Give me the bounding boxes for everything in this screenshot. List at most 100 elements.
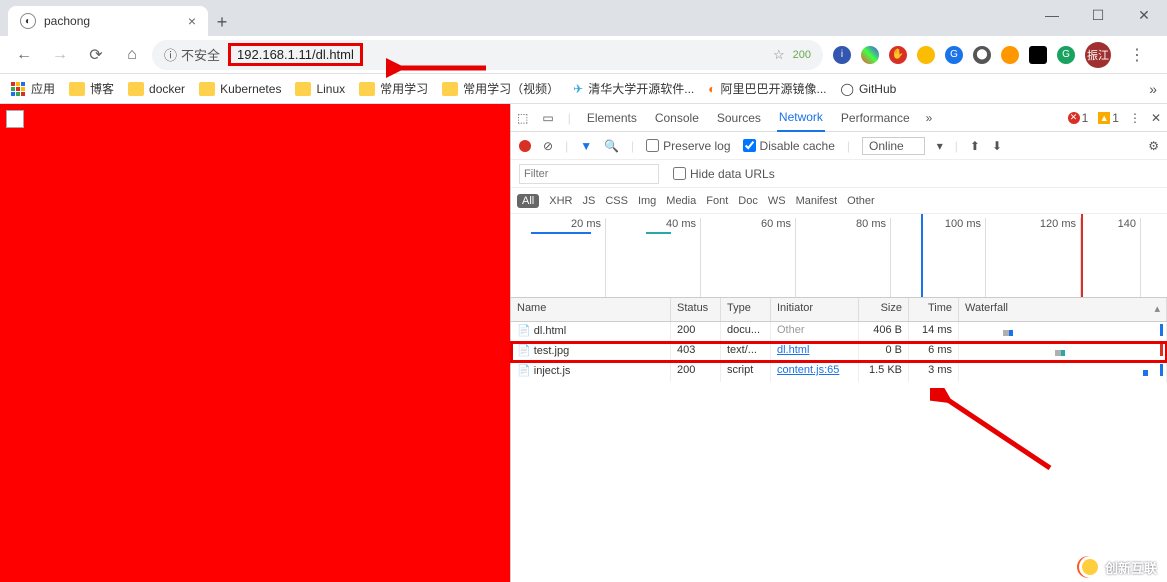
menu-kebab-icon[interactable]: ⋮ xyxy=(1121,39,1153,71)
preserve-log-checkbox[interactable]: Preserve log xyxy=(646,139,730,153)
type-filters: All XHR JS CSS Img Media Font Doc WS Man… xyxy=(511,188,1167,214)
back-button[interactable]: ← xyxy=(8,39,40,71)
filter-xhr[interactable]: XHR xyxy=(549,195,572,207)
download-har-icon[interactable]: ⬇ xyxy=(992,139,1002,153)
broken-image-icon xyxy=(6,110,24,128)
settings-gear-icon[interactable]: ⚙ xyxy=(1148,139,1159,153)
filter-ws[interactable]: WS xyxy=(768,195,786,207)
bookmark-folder[interactable]: Kubernetes xyxy=(199,82,281,96)
ext-dark-icon[interactable]: ⬤ xyxy=(973,46,991,64)
col-time[interactable]: Time xyxy=(909,298,959,321)
tab-sources[interactable]: Sources xyxy=(715,105,763,131)
window-controls: — ☐ ✕ xyxy=(1029,0,1167,30)
filter-other[interactable]: Other xyxy=(847,195,875,207)
tab-elements[interactable]: Elements xyxy=(585,105,639,131)
tsinghua-icon: ✈ xyxy=(573,82,583,96)
globe-icon: ◐ xyxy=(20,13,36,29)
info-icon: ⓘ xyxy=(164,45,177,64)
more-tabs-icon[interactable]: » xyxy=(926,111,933,125)
filter-img[interactable]: Img xyxy=(638,195,656,207)
devtools-panel: ⬚ ▭ | Elements Console Sources Network P… xyxy=(510,104,1167,582)
insecure-indicator[interactable]: ⓘ 不安全 xyxy=(164,45,220,64)
filter-toggle-icon[interactable]: ▼ xyxy=(580,139,592,153)
ext-square-icon[interactable] xyxy=(1029,46,1047,64)
disable-cache-checkbox[interactable]: Disable cache xyxy=(743,139,835,153)
bookmark-label: Linux xyxy=(316,82,345,96)
profile-avatar[interactable]: 振江 xyxy=(1085,42,1111,68)
col-status[interactable]: Status xyxy=(671,298,721,321)
ext-green-icon[interactable]: G xyxy=(1057,46,1075,64)
bookmark-folder[interactable]: Linux xyxy=(295,82,345,96)
table-header: Name Status Type Initiator Size Time Wat… xyxy=(511,298,1167,322)
col-size[interactable]: Size xyxy=(859,298,909,321)
filter-input[interactable] xyxy=(519,164,659,184)
ext-adblock-icon[interactable]: ✋ xyxy=(889,46,907,64)
filter-media[interactable]: Media xyxy=(666,195,696,207)
ext-orange-icon[interactable] xyxy=(1001,46,1019,64)
close-window-button[interactable]: ✕ xyxy=(1121,0,1167,30)
browser-tab[interactable]: ◐ pachong × xyxy=(8,6,208,36)
tab-title: pachong xyxy=(44,14,90,28)
bookmark-alibaba[interactable]: ◐阿里巴巴开源镜像... xyxy=(708,80,826,97)
minimize-button[interactable]: — xyxy=(1029,0,1075,30)
bookmark-tsinghua[interactable]: ✈清华大学开源软件... xyxy=(573,80,694,97)
bookmark-label: Kubernetes xyxy=(220,82,281,96)
timeline-overview[interactable]: 20 ms 40 ms 60 ms 80 ms 100 ms 120 ms 14… xyxy=(511,214,1167,298)
hide-data-urls-checkbox[interactable]: Hide data URLs xyxy=(673,167,775,181)
forward-button[interactable]: → xyxy=(44,39,76,71)
watermark: 创新互联 xyxy=(1079,556,1157,578)
tab-performance[interactable]: Performance xyxy=(839,105,912,131)
tab-network[interactable]: Network xyxy=(777,104,825,132)
ext-rings-icon[interactable] xyxy=(861,46,879,64)
record-button[interactable] xyxy=(519,140,531,152)
error-count[interactable]: ✕1 xyxy=(1068,111,1089,125)
bookmarks-overflow-icon[interactable]: » xyxy=(1149,81,1157,97)
filter-font[interactable]: Font xyxy=(706,195,728,207)
apps-shortcut[interactable]: 应用 xyxy=(10,80,55,97)
device-toggle-icon[interactable]: ▭ xyxy=(542,111,553,125)
tab-console[interactable]: Console xyxy=(653,105,701,131)
filter-css[interactable]: CSS xyxy=(605,195,628,207)
throttle-chevron-icon[interactable]: ▾ xyxy=(937,139,943,153)
bookmark-folder[interactable]: 博客 xyxy=(69,80,114,97)
devtools-menu-icon[interactable]: ⋮ xyxy=(1129,111,1141,125)
bookmark-folder[interactable]: docker xyxy=(128,82,185,96)
bookmark-star-icon[interactable]: ☆ xyxy=(773,47,785,63)
filter-manifest[interactable]: Manifest xyxy=(796,195,838,207)
filter-js[interactable]: JS xyxy=(582,195,595,207)
inspect-icon[interactable]: ⬚ xyxy=(517,111,528,125)
new-tab-button[interactable]: + xyxy=(208,8,236,36)
address-bar-row: ← → ⟳ ⌂ ⓘ 不安全 192.168.1.11/dl.html ☆ 200… xyxy=(0,36,1167,74)
search-icon[interactable]: 🔍 xyxy=(604,139,619,153)
warning-count[interactable]: ▲1 xyxy=(1098,111,1119,125)
table-row[interactable]: 📄 dl.html200docu...Other406 B14 ms xyxy=(511,322,1167,342)
ext-yellow-icon[interactable] xyxy=(917,46,935,64)
folder-icon xyxy=(199,82,215,96)
devtools-close-icon[interactable]: ✕ xyxy=(1151,111,1161,125)
annotation-arrow-time xyxy=(930,388,1060,478)
filter-all[interactable]: All xyxy=(517,194,539,208)
table-row[interactable]: 📄 inject.js200scriptcontent.js:651.5 KB3… xyxy=(511,362,1167,382)
upload-har-icon[interactable]: ⬆ xyxy=(970,139,980,153)
throttle-select[interactable]: Online xyxy=(862,137,925,155)
maximize-button[interactable]: ☐ xyxy=(1075,0,1121,30)
col-type[interactable]: Type xyxy=(721,298,771,321)
network-table: Name Status Type Initiator Size Time Wat… xyxy=(511,298,1167,582)
ext-translate-icon[interactable]: G xyxy=(945,46,963,64)
col-initiator[interactable]: Initiator xyxy=(771,298,859,321)
ext-pi-icon[interactable]: i xyxy=(833,46,851,64)
github-icon: ◯ xyxy=(841,82,854,96)
reload-button[interactable]: ⟳ xyxy=(80,39,112,71)
tab-close-icon[interactable]: × xyxy=(188,13,196,29)
table-row[interactable]: 📄 test.jpg403text/...dl.html0 B6 ms xyxy=(511,342,1167,362)
filter-doc[interactable]: Doc xyxy=(738,195,758,207)
main-area: ⬚ ▭ | Elements Console Sources Network P… xyxy=(0,104,1167,582)
bookmark-label: docker xyxy=(149,82,185,96)
home-button[interactable]: ⌂ xyxy=(116,39,148,71)
insecure-label: 不安全 xyxy=(181,45,220,64)
folder-icon xyxy=(359,82,375,96)
col-waterfall[interactable]: Waterfall ▴ xyxy=(959,298,1167,321)
col-name[interactable]: Name xyxy=(511,298,671,321)
clear-icon[interactable]: ⊘ xyxy=(543,139,553,153)
bookmark-github[interactable]: ◯GitHub xyxy=(841,82,897,96)
